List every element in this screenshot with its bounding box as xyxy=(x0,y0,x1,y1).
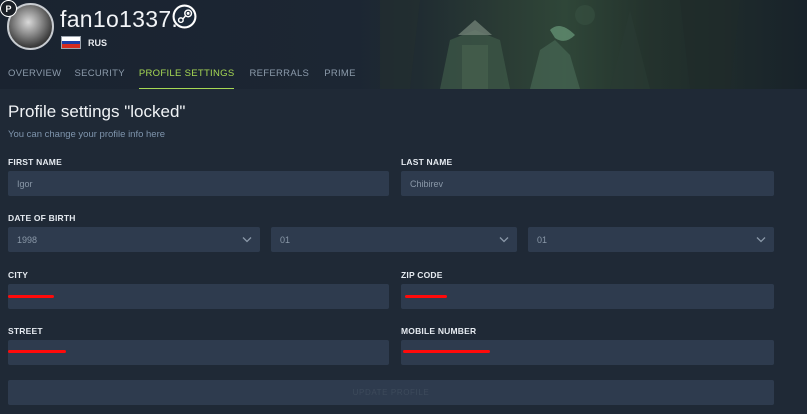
dob-year-value: 1998 xyxy=(17,235,38,245)
page-title: Profile settings "locked" xyxy=(8,102,186,121)
profile-tabs: OVERVIEW SECURITY PROFILE SETTINGS REFER… xyxy=(0,66,356,89)
tab-prime[interactable]: PRIME xyxy=(324,66,356,89)
mobile-number-label: MOBILE NUMBER xyxy=(401,326,477,336)
dob-month-value: 01 xyxy=(280,235,291,245)
first-name-field[interactable] xyxy=(8,171,389,196)
page-subtitle: You can change your profile info here xyxy=(8,129,166,140)
profile-header: P fan1o1337.- RUS OVERVIEW SECURITY PROF… xyxy=(0,0,807,89)
tab-referrals[interactable]: REFERRALS xyxy=(249,66,309,89)
chevron-down-icon xyxy=(756,237,766,243)
tab-security[interactable]: SECURITY xyxy=(74,66,124,89)
last-name-label: LAST NAME xyxy=(401,157,453,167)
country-flag-icon xyxy=(61,36,81,49)
mobile-number-redaction xyxy=(403,350,490,353)
city-redaction xyxy=(8,295,54,298)
dob-year-select[interactable]: 1998 xyxy=(8,227,260,252)
chevron-down-icon xyxy=(242,237,252,243)
dob-month-select[interactable]: 01 xyxy=(271,227,517,252)
update-profile-button[interactable]: UPDATE PROFILE xyxy=(8,380,774,405)
city-field[interactable] xyxy=(8,284,389,309)
zip-code-label: ZIP CODE xyxy=(401,270,443,280)
dob-day-value: 01 xyxy=(537,235,548,245)
dob-label: DATE OF BIRTH xyxy=(8,213,76,223)
header-banner-art xyxy=(380,0,740,89)
first-name-label: FIRST NAME xyxy=(8,157,62,167)
street-redaction xyxy=(8,350,66,353)
city-label: CITY xyxy=(8,270,29,280)
chevron-down-icon xyxy=(499,237,509,243)
prime-badge-icon: P xyxy=(0,0,17,17)
tab-profile-settings[interactable]: PROFILE SETTINGS xyxy=(138,66,235,89)
last-name-field[interactable] xyxy=(401,171,774,196)
steam-icon[interactable] xyxy=(172,4,197,29)
tab-overview[interactable]: OVERVIEW xyxy=(8,66,61,89)
zip-code-field[interactable] xyxy=(401,284,774,309)
dob-day-select[interactable]: 01 xyxy=(528,227,774,252)
username: fan1o1337.- xyxy=(60,6,187,32)
zip-code-redaction xyxy=(405,295,447,298)
country-code: RUS xyxy=(88,38,108,48)
street-label: STREET xyxy=(8,326,43,336)
profile-page: P fan1o1337.- RUS OVERVIEW SECURITY PROF… xyxy=(0,0,807,414)
